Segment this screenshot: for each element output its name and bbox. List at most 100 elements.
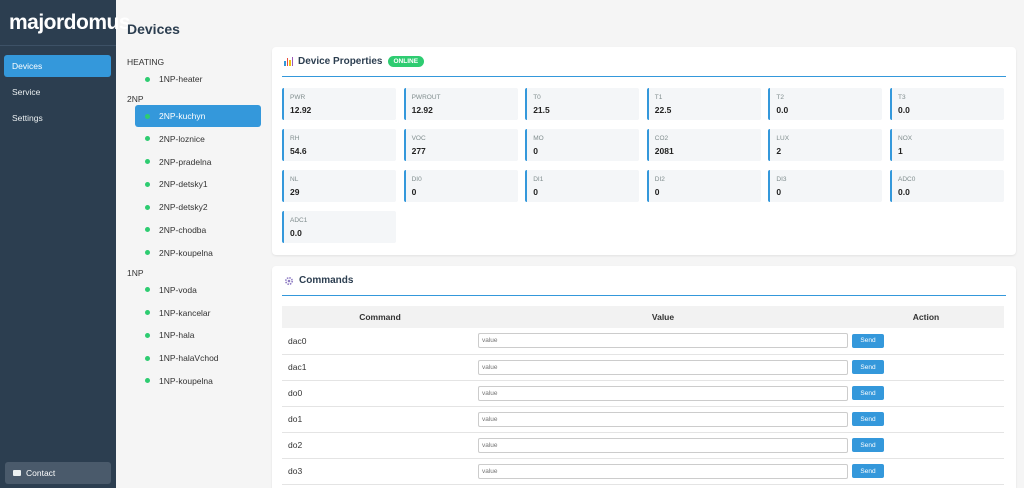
command-value-cell (478, 458, 848, 485)
device-item-1np-koupelna[interactable]: 1NP-koupelna (135, 370, 261, 392)
command-name: dac1 (282, 354, 478, 381)
commands-panel: Commands Command Value Action dac0Sendda… (272, 266, 1016, 488)
status-dot-icon (145, 250, 150, 256)
status-dot-icon (145, 204, 150, 210)
device-item-1np-halavchod[interactable]: 1NP-halaVchod (135, 347, 261, 369)
property-card: ADC0 0.0 (890, 170, 1004, 202)
commands-table: Command Value Action dac0Senddac1Senddo0… (282, 306, 1004, 485)
property-name: T2 (776, 94, 784, 101)
device-item-2np-detsky1[interactable]: 2NP-detsky1 (135, 173, 261, 195)
command-value-input[interactable] (478, 437, 848, 453)
send-button[interactable]: Send (852, 333, 884, 348)
status-dot-icon (145, 310, 150, 316)
command-value-input[interactable] (478, 385, 848, 401)
property-value: 0.0 (776, 105, 789, 115)
property-name: DI1 (533, 176, 544, 183)
tree-group-label: 1NP (127, 267, 144, 278)
property-card: DI1 0 (525, 170, 640, 202)
command-row: do0 Send (282, 380, 1004, 407)
command-row: dac0 Send (282, 328, 1004, 355)
property-value: 0 (411, 187, 417, 197)
property-name: T3 (898, 94, 906, 101)
device-item-1np-heater[interactable]: 1NP-heater (135, 68, 261, 90)
command-value-input[interactable] (478, 463, 848, 479)
device-label: 2NP-pradelna (159, 156, 212, 167)
sidebar-item-devices[interactable]: Devices (4, 55, 111, 77)
send-button[interactable]: Send (852, 386, 884, 400)
command-row: do1 Send (282, 406, 1004, 433)
property-name: DI2 (654, 176, 665, 183)
property-value: 277 (411, 146, 426, 156)
device-label: 1NP-koupelna (159, 375, 213, 386)
status-dot-icon (145, 378, 150, 384)
command-action-cell: Send (848, 354, 1004, 381)
command-row: do3 Send (282, 458, 1004, 485)
property-name: ADC1 (290, 217, 308, 224)
col-action: Action (848, 306, 1004, 328)
property-value: 0.0 (898, 187, 910, 197)
device-label: 1NP-kancelar (159, 307, 211, 318)
commands-title: Commands (299, 275, 354, 286)
status-dot-icon (145, 113, 150, 119)
device-item-1np-hala[interactable]: 1NP-hala (135, 324, 261, 346)
property-card: PWR 12.92 (282, 88, 396, 120)
commands-table-header: Command Value Action (282, 306, 1004, 328)
property-name: DI0 (411, 176, 422, 183)
device-item-2np-koupelna[interactable]: 2NP-koupelna (135, 242, 261, 264)
device-label: 1NP-heater (159, 74, 203, 84)
command-action-cell: Send (848, 432, 1004, 459)
property-value: 0.0 (290, 228, 302, 238)
bar-chart-icon (284, 57, 293, 66)
device-item-2np-chodba[interactable]: 2NP-chodba (135, 219, 261, 241)
status-dot-icon (145, 287, 150, 293)
property-card: VOC 277 (403, 129, 518, 161)
device-item-2np-detsky2[interactable]: 2NP-detsky2 (135, 196, 261, 218)
send-button[interactable]: Send (852, 464, 884, 478)
property-value: 0 (776, 187, 782, 197)
property-value: 2081 (654, 146, 674, 156)
device-item-2np-pradelna[interactable]: 2NP-pradelna (135, 151, 261, 173)
contact-button[interactable]: Contact (5, 462, 111, 484)
property-card: DI0 0 (403, 170, 518, 202)
status-dot-icon (145, 181, 150, 187)
property-value: 0 (533, 187, 538, 197)
contact-label: Contact (26, 468, 56, 478)
property-name: ADC0 (898, 176, 916, 183)
property-card: T2 0.0 (768, 88, 883, 120)
property-name: CO2 (654, 135, 669, 142)
device-label: 1NP-hala (159, 330, 195, 341)
command-value-input[interactable] (478, 359, 848, 375)
status-dot-icon (145, 159, 150, 165)
property-name: VOC (411, 135, 426, 142)
property-card: ADC1 0.0 (282, 211, 396, 243)
command-value-cell (478, 380, 848, 407)
send-button[interactable]: Send (852, 412, 884, 426)
send-button[interactable]: Send (852, 438, 884, 452)
property-card: NL 29 (282, 170, 396, 202)
property-name: RH (290, 135, 300, 142)
gear-icon (284, 276, 294, 285)
property-value: 12.92 (411, 105, 433, 115)
property-name: PWROUT (411, 94, 441, 101)
property-name: MO (533, 135, 544, 142)
property-value: 0.0 (898, 105, 910, 115)
sidebar-nav: Devices Service Settings (0, 46, 116, 129)
device-item-2np-kuchyn[interactable]: 2NP-kuchyn (135, 105, 261, 127)
property-card: T1 22.5 (646, 88, 761, 120)
device-item-1np-voda[interactable]: 1NP-voda (135, 279, 261, 301)
property-name: T0 (533, 94, 541, 101)
command-value-cell (478, 354, 848, 381)
property-value: 29 (290, 187, 300, 197)
send-button[interactable]: Send (852, 360, 884, 374)
command-value-input[interactable] (478, 411, 848, 427)
device-item-2np-loznice[interactable]: 2NP-loznice (135, 128, 261, 150)
sidebar-item-settings[interactable]: Settings (4, 107, 111, 129)
command-name: do1 (282, 406, 478, 433)
sidebar-item-service[interactable]: Service (4, 81, 111, 103)
device-label: 1NP-voda (159, 284, 197, 295)
command-value-input[interactable] (478, 333, 848, 349)
status-dot-icon (145, 76, 150, 82)
device-item-1np-kancelar[interactable]: 1NP-kancelar (135, 302, 261, 324)
command-action-cell: Send (848, 406, 1004, 433)
command-name: do2 (282, 432, 478, 459)
